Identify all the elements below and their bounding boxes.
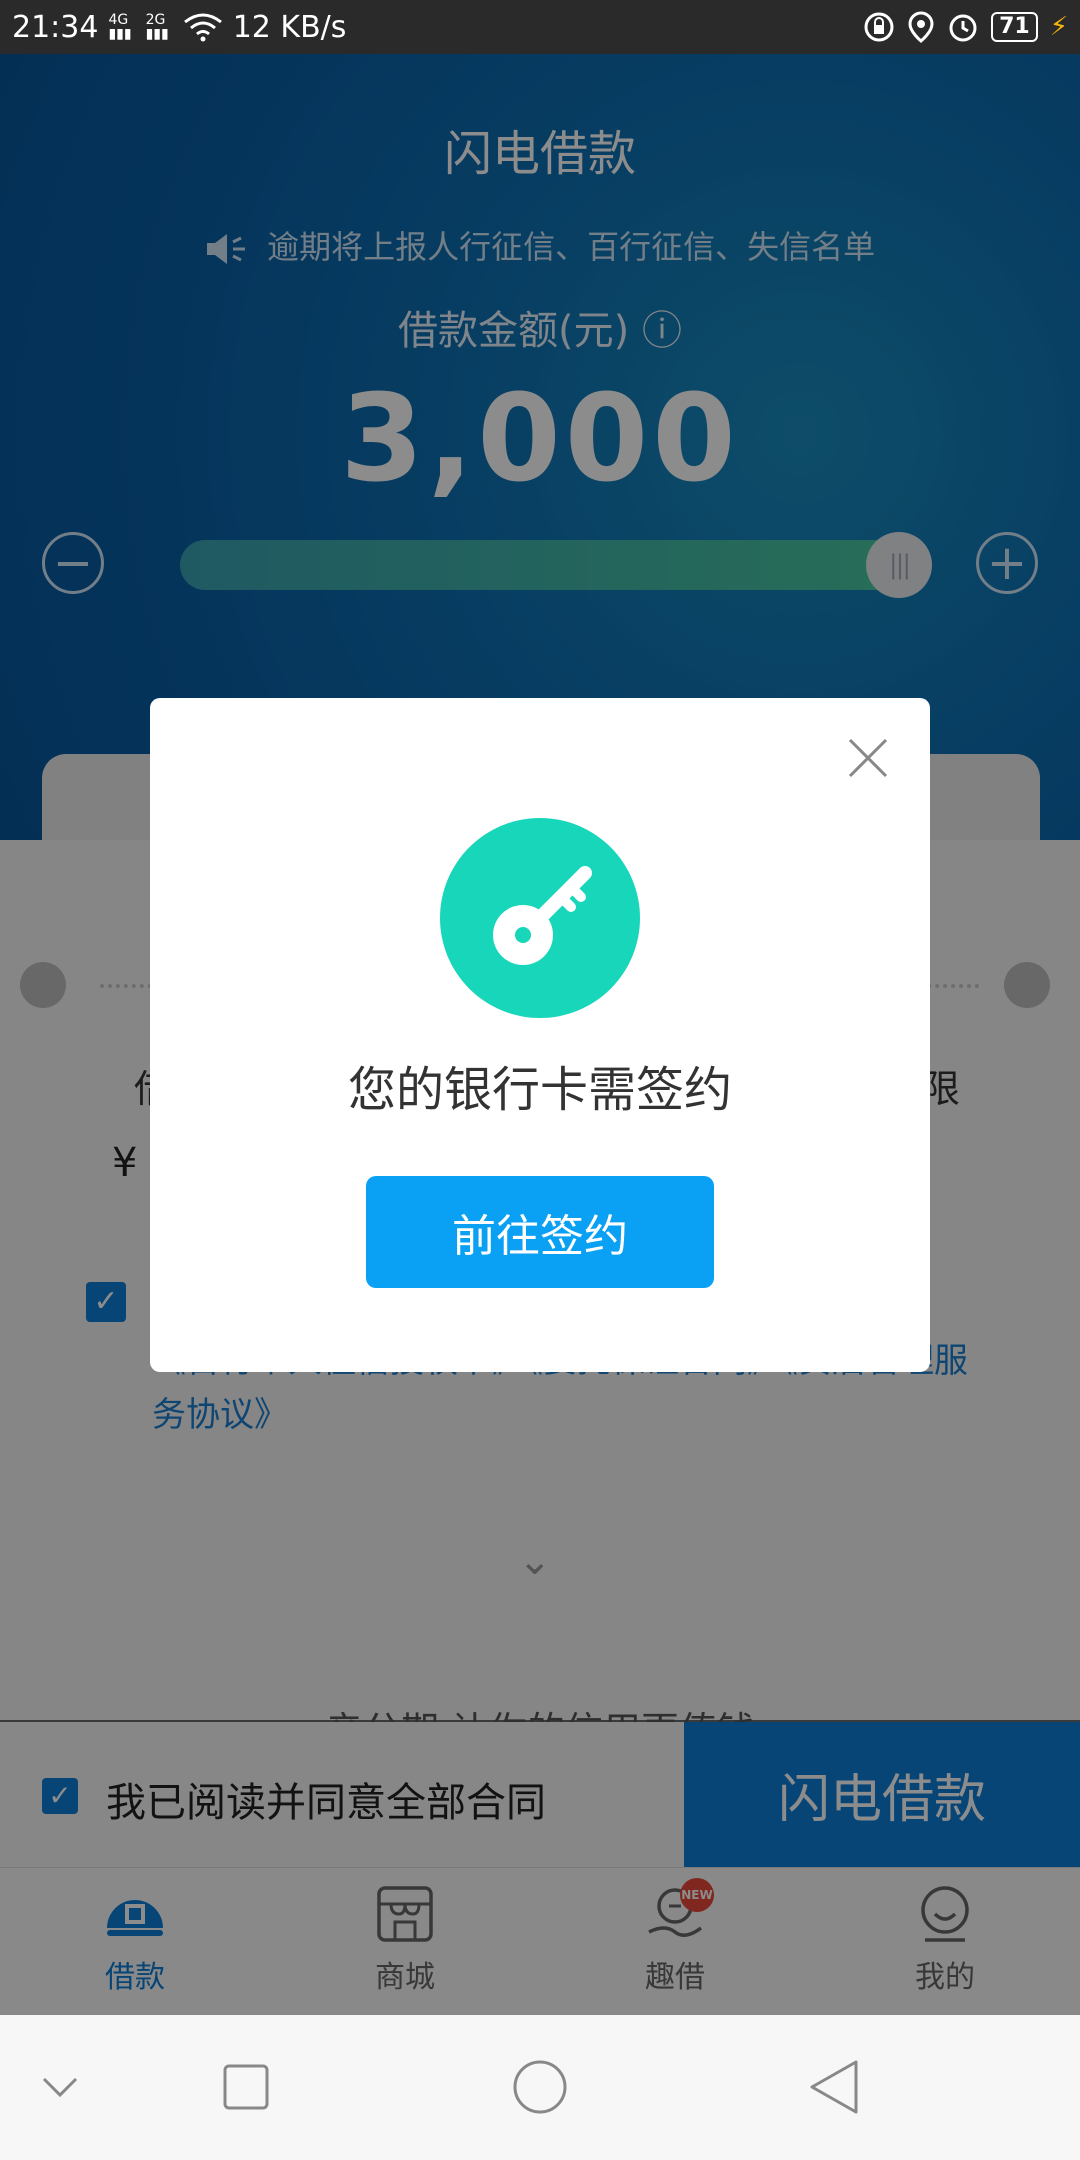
status-bar: 21:34 4G ▮▮▮ 2G ▮▮▮ 12 KB/s 71 ⚡ [0,0,1080,54]
lock-rotation-icon [864,12,894,42]
recent-apps-icon[interactable] [214,2055,278,2119]
network-speed: 12 KB/s [232,9,347,45]
signal-2g-icon: 2G ▮▮▮ [145,12,169,42]
dialog-message: 您的银行卡需签约 [347,1062,732,1118]
battery-icon: 71 [991,12,1038,42]
home-icon[interactable] [508,2055,572,2119]
charging-icon: ⚡ [1049,12,1068,42]
key-icon [440,818,640,1018]
back-icon[interactable] [802,2055,866,2119]
location-icon [908,11,934,43]
wifi-icon [183,13,222,42]
signal-4g-icon: 4G ▮▮▮ [108,12,132,42]
hide-nav-icon[interactable] [28,2055,92,2119]
bank-card-sign-dialog: 您的银行卡需签约 前往签约 [150,698,930,1372]
close-icon[interactable] [846,736,890,780]
system-nav-bar [0,2015,1080,2160]
go-sign-button[interactable]: 前往签约 [366,1176,714,1288]
alarm-icon [949,14,977,42]
status-time: 21:34 [12,9,99,45]
